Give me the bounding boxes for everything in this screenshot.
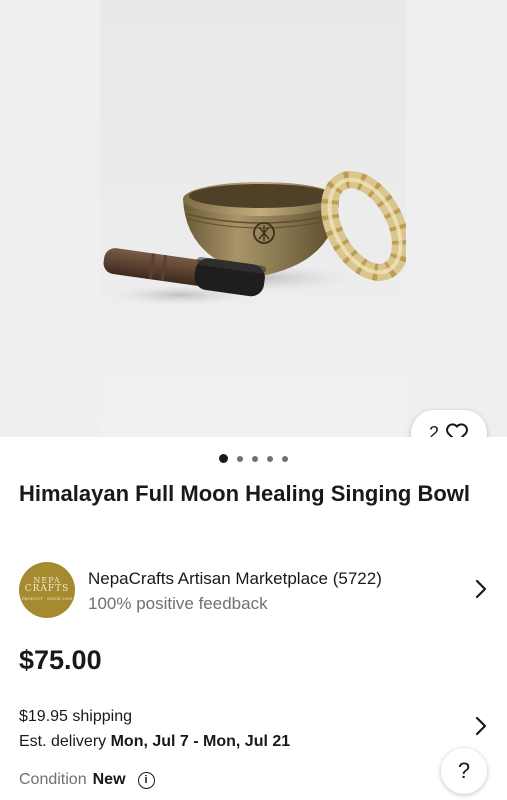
delivery-prefix: Est. delivery <box>19 733 111 750</box>
watch-count: 2 <box>428 422 439 438</box>
singing-bowl-illustration <box>103 171 406 305</box>
shipping-row[interactable]: $19.95 shipping Est. delivery Mon, Jul 7… <box>19 704 290 754</box>
delivery-estimate: Est. delivery Mon, Jul 7 - Mon, Jul 21 <box>19 729 290 754</box>
watch-button[interactable]: 2 <box>411 410 487 437</box>
price: $75.00 <box>19 645 102 675</box>
shipping-cost: $19.95 shipping <box>19 708 132 725</box>
seller-logo: NEPA CRAFTS PRODUCT · SINCE 2005 <box>19 562 75 618</box>
condition-row: Condition New i <box>19 771 155 789</box>
carousel-dot-3[interactable] <box>252 456 258 462</box>
condition-value: New <box>92 771 126 788</box>
seller-name: NepaCrafts Artisan Marketplace (5722) <box>88 569 382 588</box>
carousel-dot-1[interactable] <box>219 454 228 463</box>
carousel-indicator <box>0 454 507 463</box>
delivery-range: Mon, Jul 7 - Mon, Jul 21 <box>110 733 291 750</box>
carousel-dot-2[interactable] <box>237 456 243 462</box>
carousel-dot-4[interactable] <box>267 456 273 462</box>
listing-title: Himalayan Full Moon Healing Singing Bowl <box>19 481 471 506</box>
condition-label: Condition <box>19 771 87 788</box>
seller-feedback: 100% positive feedback <box>88 594 268 613</box>
seller-row[interactable]: NEPA CRAFTS PRODUCT · SINCE 2005 NepaCra… <box>19 561 489 618</box>
help-button[interactable]: ? <box>441 748 487 794</box>
info-icon[interactable]: i <box>137 771 155 789</box>
carousel-dot-5[interactable] <box>282 456 288 462</box>
heart-outline-icon <box>446 423 468 437</box>
shipping-chevron-right-icon[interactable] <box>473 716 489 736</box>
product-photo[interactable] <box>100 0 406 437</box>
image-gallery[interactable]: 2 <box>0 0 507 437</box>
chevron-right-icon <box>475 579 487 599</box>
